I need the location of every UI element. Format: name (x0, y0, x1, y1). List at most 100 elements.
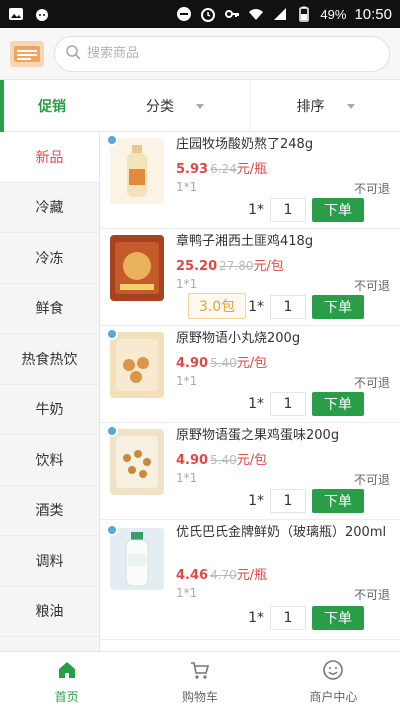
order-controls: 1* 1 下单 (248, 198, 364, 222)
order-button[interactable]: 下单 (312, 489, 364, 513)
order-button[interactable]: 下单 (312, 198, 364, 222)
quantity-input[interactable]: 1 (270, 295, 306, 319)
product-row[interactable]: 庄园牧场酸奶熬了248g 5.93 6.24元/瓶 1*1 不可退 1* 1 下单 (100, 132, 400, 229)
product-name[interactable]: 原野物语蛋之果鸡蛋味200g (176, 427, 390, 445)
cart-icon (189, 659, 211, 684)
status-bar: 49% 10:50 (0, 0, 400, 28)
current-price: 25.20 (176, 259, 218, 274)
sidebar-item-milk[interactable]: 牛奶 (0, 385, 99, 435)
tab-sort[interactable]: 排序 (250, 80, 400, 132)
promo-badge-icon (106, 524, 118, 536)
cat-icon (34, 6, 50, 22)
tab-sort-label: 排序 (296, 99, 325, 115)
nav-merchant-label: 商户中心 (309, 689, 358, 704)
nav-cart-label: 购物车 (181, 689, 218, 704)
no-disturb-icon (176, 6, 192, 22)
product-row[interactable]: 优氏巴氏金牌鲜奶（玻璃瓶）200ml 4.46 4.70元/瓶 1*1 不可退 1… (100, 520, 400, 640)
no-return-note: 不可退 (353, 279, 390, 293)
sidebar-item-label: 粮油 (35, 604, 64, 621)
sidebar-item-fresh-food[interactable]: 鲜食 (0, 284, 99, 334)
signal-icon (272, 6, 288, 22)
clock: 10:50 (354, 5, 392, 23)
original-price: 5.40 (210, 356, 237, 370)
quantity-input[interactable]: 1 (270, 489, 306, 513)
pack-spec: 1*1 (176, 277, 198, 291)
chevron-down-icon (346, 103, 355, 109)
bottom-nav: 首页 购物车 商户中心 (0, 651, 400, 711)
sidebar-item-frozen[interactable]: 冷冻 (0, 233, 99, 284)
product-name[interactable]: 章鸭子湘西土匪鸡418g (176, 233, 390, 251)
price-unit: 元/瓶 (236, 162, 268, 177)
app-header (0, 28, 400, 80)
no-return-note: 不可退 (353, 473, 390, 487)
qty-prefix: 1* (248, 610, 264, 626)
product-image[interactable] (110, 235, 164, 301)
price-unit: 元/包 (253, 259, 284, 274)
nav-home[interactable]: 首页 (0, 652, 133, 711)
price-unit: 元/包 (236, 356, 268, 371)
quantity-input[interactable]: 1 (270, 606, 306, 630)
original-price: 5.40 (210, 453, 237, 467)
sidebar-item-label: 牛奶 (35, 402, 64, 419)
product-image[interactable] (106, 328, 164, 398)
product-price: 4.90 5.40元/包 (176, 352, 267, 371)
product-row[interactable]: 原野物语小丸烧200g 4.90 5.40元/包 1*1 不可退 1* 1 下单 (100, 326, 400, 423)
pack-spec: 1*1 (176, 180, 198, 194)
current-price: 5.93 (176, 162, 209, 177)
nav-merchant-center[interactable]: 商户中心 (267, 652, 400, 711)
qty-prefix: 1* (248, 202, 264, 218)
original-price: 6.24 (210, 162, 237, 176)
pack-spec: 1*1 (176, 586, 198, 600)
promo-badge-icon (106, 425, 118, 437)
product-list: 庄园牧场酸奶熬了248g 5.93 6.24元/瓶 1*1 不可退 1* 1 下单… (100, 132, 400, 651)
quantity-input[interactable]: 1 (270, 392, 306, 416)
promo-badge-icon (106, 328, 118, 340)
order-button[interactable]: 下单 (312, 606, 364, 630)
sidebar-item-grain-oil[interactable]: 粮油 (0, 587, 99, 637)
pack-quantity-badge: 3.0包 (188, 293, 246, 319)
order-controls: 1* 1 下单 (248, 295, 364, 319)
product-price: 25.20 27.80元/包 (176, 255, 284, 274)
tab-category[interactable]: 分类 (100, 80, 250, 132)
home-icon (56, 659, 78, 684)
quantity-input[interactable]: 1 (270, 198, 306, 222)
product-row[interactable]: 原野物语蛋之果鸡蛋味200g 4.90 5.40元/包 1*1 不可退 1* 1 … (100, 423, 400, 520)
order-controls: 1* 1 下单 (248, 606, 364, 630)
promo-badge-icon (106, 134, 118, 146)
smile-icon (322, 659, 344, 684)
sidebar-item-label: 饮料 (35, 452, 64, 469)
wifi-icon (248, 6, 264, 22)
tab-category-label: 分类 (146, 99, 174, 115)
product-price: 4.90 5.40元/包 (176, 449, 267, 468)
sidebar-item-label: 鲜食 (35, 301, 64, 318)
search-box[interactable] (54, 35, 390, 72)
product-image[interactable] (106, 524, 164, 590)
tab-promo[interactable]: 促销 (0, 80, 100, 132)
qty-prefix: 1* (248, 299, 264, 315)
product-image[interactable] (106, 134, 164, 204)
store-logo[interactable] (10, 40, 44, 67)
no-return-note: 不可退 (353, 588, 390, 602)
sidebar-item-alcohol[interactable]: 酒类 (0, 486, 99, 536)
order-button[interactable]: 下单 (312, 295, 364, 319)
sidebar-item-drinks[interactable]: 饮料 (0, 435, 99, 486)
search-input[interactable] (87, 46, 379, 61)
category-sidebar: 新品 冷藏 冷冻 鲜食 热食热饮 牛奶 饮料 酒类 调料 粮油 (0, 132, 100, 651)
product-name[interactable]: 庄园牧场酸奶熬了248g (176, 136, 390, 154)
sidebar-item-chilled[interactable]: 冷藏 (0, 183, 99, 233)
pack-spec: 1*1 (176, 374, 198, 388)
sidebar-item-new[interactable]: 新品 (0, 132, 99, 183)
nav-cart[interactable]: 购物车 (133, 652, 266, 711)
sidebar-item-hot-food[interactable]: 热食热饮 (0, 334, 99, 385)
gallery-icon (8, 6, 24, 22)
qty-prefix: 1* (248, 493, 264, 509)
sidebar-item-seasoning[interactable]: 调料 (0, 536, 99, 587)
product-row[interactable]: 章鸭子湘西土匪鸡418g 25.20 27.80元/包 1*1 不可退 3.0包 … (100, 229, 400, 326)
product-image[interactable] (106, 425, 164, 495)
product-name[interactable]: 优氏巴氏金牌鲜奶（玻璃瓶）200ml (176, 524, 390, 560)
order-button[interactable]: 下单 (312, 392, 364, 416)
product-name[interactable]: 原野物语小丸烧200g (176, 330, 390, 348)
current-price: 4.90 (176, 453, 209, 468)
order-controls: 1* 1 下单 (248, 392, 364, 416)
nav-home-label: 首页 (54, 689, 79, 704)
